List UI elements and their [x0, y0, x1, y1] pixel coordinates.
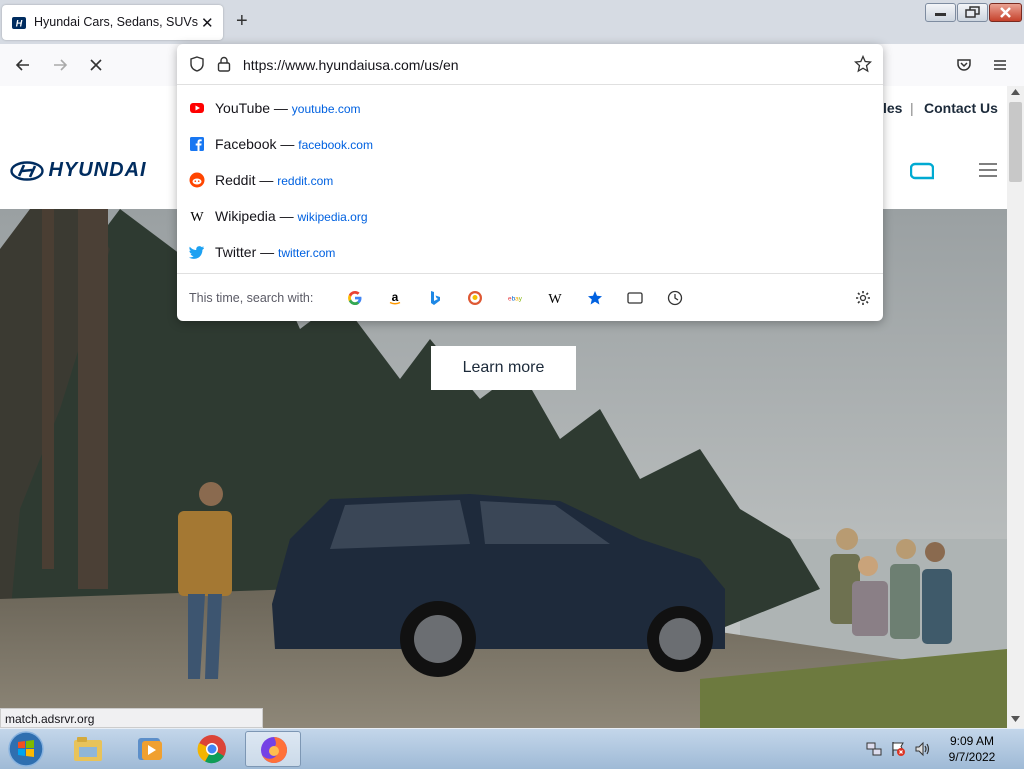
chat-icon[interactable] [910, 162, 934, 180]
network-icon[interactable] [866, 741, 882, 757]
scroll-thumb[interactable] [1009, 102, 1022, 182]
suggestion-youtube[interactable]: YouTube — youtube.com [177, 90, 883, 126]
tab-title: Hyundai Cars, Sedans, SUVs, Co [34, 15, 199, 29]
youtube-icon [190, 103, 204, 113]
url-bar[interactable]: https://www.hyundaiusa.com/us/en [177, 44, 883, 85]
svg-text:W: W [190, 210, 204, 224]
windows-taskbar: 9:09 AM 9/7/2022 [0, 728, 1024, 769]
suggestion-domain: twitter.com [278, 246, 336, 260]
utility-divider: | [910, 100, 914, 116]
amazon-icon[interactable]: a [387, 290, 403, 306]
suggestion-domain: youtube.com [291, 102, 361, 116]
suggestion-facebook[interactable]: Facebook — facebook.com [177, 126, 883, 162]
close-icon [1000, 7, 1011, 18]
hyundai-favicon: H [12, 17, 26, 29]
wikipedia-icon: W [190, 210, 204, 224]
media-player-icon [138, 738, 162, 760]
suggestion-twitter[interactable]: Twitter — twitter.com [177, 234, 883, 270]
restore-icon [965, 6, 980, 18]
pocket-icon[interactable] [953, 54, 975, 76]
stop-loading-icon[interactable] [85, 54, 107, 76]
suggestion-separator: — [280, 136, 295, 152]
folder-icon [74, 737, 102, 761]
new-tab-button[interactable]: + [236, 11, 248, 31]
suggestion-separator: — [259, 172, 274, 188]
chrome-icon [197, 735, 226, 764]
bookmark-star-icon[interactable] [854, 55, 872, 73]
status-url-bar: match.adsrvr.org [0, 708, 263, 728]
suggestion-separator: — [260, 244, 275, 260]
clock-time: 9:09 AM [949, 734, 995, 748]
restore-button[interactable] [957, 3, 988, 22]
minimize-icon [935, 13, 946, 16]
suggestion-name: Twitter [215, 244, 257, 260]
minimize-button[interactable] [925, 3, 956, 22]
svg-text:H: H [16, 19, 23, 29]
suggestion-domain: wikipedia.org [297, 210, 368, 224]
page-scrollbar[interactable] [1007, 86, 1024, 728]
suggestion-name: Wikipedia [215, 208, 276, 224]
history-icon[interactable] [667, 290, 683, 306]
firefox-icon [261, 737, 287, 763]
suggestion-domain: facebook.com [298, 138, 373, 152]
svg-text:W: W [548, 292, 562, 306]
taskbar-chrome[interactable] [184, 731, 240, 767]
utility-link-partial[interactable]: les [883, 100, 902, 116]
menu-icon[interactable] [989, 54, 1011, 76]
tab-strip: H Hyundai Cars, Sedans, SUVs, Co ✕ + [0, 0, 1024, 44]
twitter-icon [189, 246, 204, 259]
scroll-down-icon[interactable] [1011, 716, 1020, 722]
url-bar-dropdown: https://www.hyundaiusa.com/us/en YouTube… [177, 44, 883, 321]
ebay-icon[interactable]: ebay [507, 290, 523, 306]
bing-icon[interactable] [427, 290, 443, 306]
tabs-icon[interactable] [627, 290, 643, 306]
svg-text:ebay: ebay [508, 295, 523, 302]
duckduckgo-icon[interactable] [467, 290, 483, 306]
one-off-search-bar: This time, search with: a ebay W [177, 273, 883, 322]
scroll-up-icon[interactable] [1011, 89, 1020, 95]
google-icon[interactable] [347, 290, 363, 306]
suggestion-reddit[interactable]: Reddit — reddit.com [177, 162, 883, 198]
wikipedia-icon[interactable]: W [547, 290, 563, 306]
tab-hyundai[interactable]: H Hyundai Cars, Sedans, SUVs, Co ✕ [2, 5, 223, 40]
contact-us-link[interactable]: Contact Us [924, 100, 998, 116]
suggestion-wikipedia[interactable]: W Wikipedia — wikipedia.org [177, 198, 883, 234]
hamburger-menu-icon[interactable] [978, 162, 998, 178]
start-button-icon[interactable] [6, 730, 46, 768]
suggestion-name: YouTube [215, 100, 271, 116]
action-center-flag-icon[interactable] [890, 741, 906, 757]
hyundai-emblem-icon [10, 160, 44, 181]
system-clock[interactable]: 9:09 AM 9/7/2022 [944, 733, 1000, 765]
svg-text:a: a [392, 290, 399, 304]
learn-more-button[interactable]: Learn more [431, 346, 576, 390]
suggestion-name: Reddit [215, 172, 256, 188]
url-input[interactable]: https://www.hyundaiusa.com/us/en [243, 57, 459, 73]
volume-icon[interactable] [914, 741, 932, 757]
search-with-label: This time, search with: [189, 291, 314, 305]
forward-icon[interactable] [49, 54, 71, 76]
reddit-icon [189, 172, 205, 188]
suggestion-name: Facebook [215, 136, 277, 152]
logo-wordmark: HYUNDAI [48, 159, 147, 181]
search-settings-gear-icon[interactable] [855, 290, 871, 306]
bookmarks-icon[interactable] [587, 290, 603, 306]
facebook-icon [190, 137, 204, 151]
lock-icon[interactable] [217, 56, 231, 72]
suggestion-separator: — [279, 208, 294, 224]
suggestion-domain: reddit.com [277, 174, 334, 188]
back-icon[interactable] [12, 54, 34, 76]
close-tab-icon[interactable]: ✕ [201, 14, 214, 32]
taskbar-explorer[interactable] [60, 731, 116, 767]
tracking-protection-icon[interactable] [189, 56, 205, 72]
clock-date: 9/7/2022 [948, 750, 996, 764]
taskbar-firefox[interactable] [245, 731, 301, 767]
taskbar-media-player[interactable] [122, 731, 178, 767]
suggestion-separator: — [273, 100, 288, 116]
hyundai-logo[interactable]: HYUNDAI [10, 159, 147, 182]
close-window-button[interactable] [989, 3, 1022, 22]
